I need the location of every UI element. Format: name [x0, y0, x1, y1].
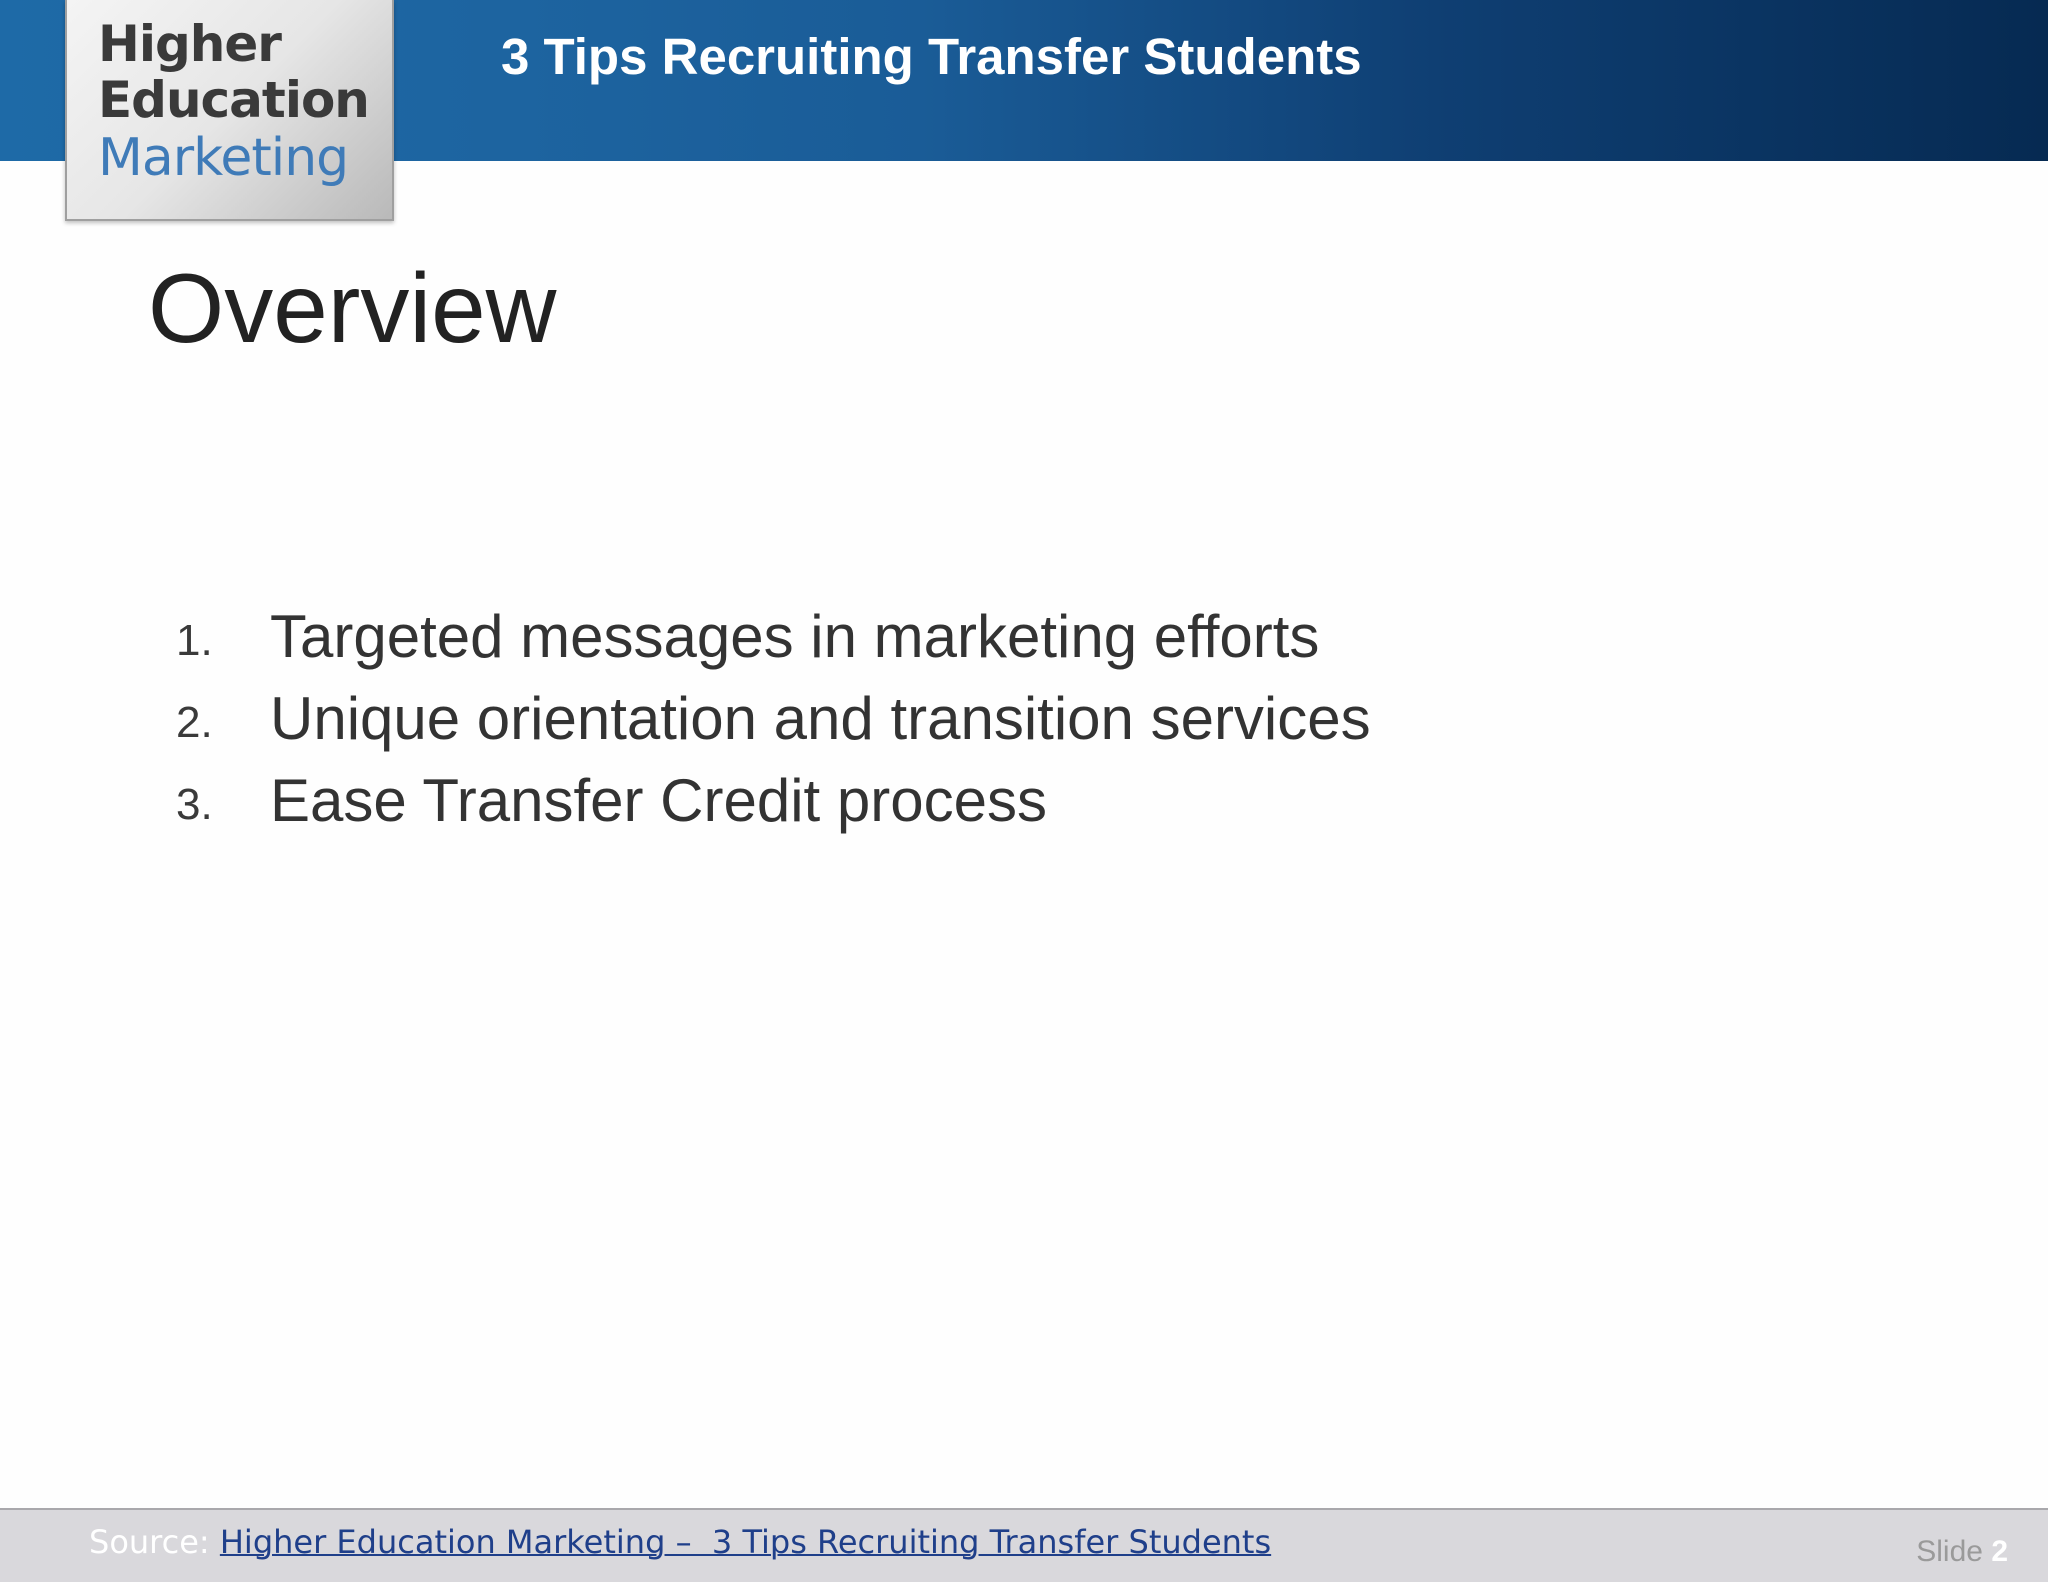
- tips-list: 1. Targeted messages in marketing effort…: [176, 596, 1676, 842]
- list-item-number: 2.: [176, 698, 213, 747]
- source-link[interactable]: Higher Education Marketing – 3 Tips Recr…: [220, 1523, 1271, 1561]
- slide-title: Overview: [148, 253, 557, 363]
- slide-number: Slide 2: [1916, 1524, 2008, 1580]
- logo-text-marketing: Marketing: [98, 128, 349, 188]
- list-item-text: Targeted messages in marketing efforts: [270, 603, 1320, 670]
- list-item: 3. Ease Transfer Credit process: [176, 760, 1676, 842]
- logo-text-higher: Higher: [98, 15, 282, 73]
- slide-number-label: Slide: [1916, 1535, 1983, 1568]
- slide-number-value: 2: [1991, 1535, 2008, 1568]
- footer-source: Source: Higher Education Marketing – 3 T…: [89, 1514, 1271, 1570]
- list-item-text: Ease Transfer Credit process: [270, 767, 1047, 834]
- header-title: 3 Tips Recruiting Transfer Students: [501, 28, 1362, 85]
- logo-text-education: Education: [98, 71, 370, 129]
- list-item-number: 3.: [176, 780, 213, 829]
- list-item-number: 1.: [176, 616, 213, 665]
- logo: Higher Education Marketing: [65, 0, 394, 221]
- list-item: 2. Unique orientation and transition ser…: [176, 678, 1676, 760]
- list-item: 1. Targeted messages in marketing effort…: [176, 596, 1676, 678]
- slide: 3 Tips Recruiting Transfer Students High…: [0, 0, 2048, 1582]
- list-item-text: Unique orientation and transition servic…: [270, 685, 1371, 752]
- source-label: Source:: [89, 1523, 210, 1561]
